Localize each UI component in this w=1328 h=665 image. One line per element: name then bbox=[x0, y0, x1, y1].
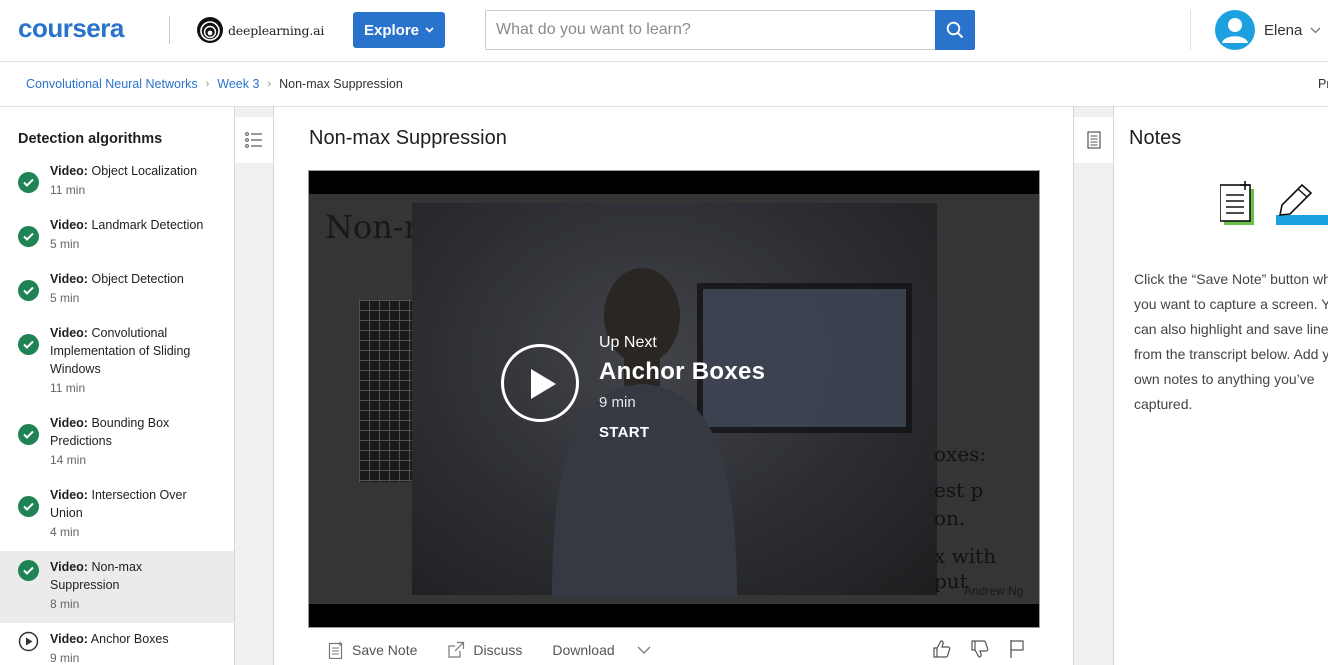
deeplearning-spiral-icon bbox=[197, 17, 223, 43]
lesson-duration: 9 min bbox=[50, 651, 80, 665]
lesson-item[interactable]: Video: Object Localization 11 min bbox=[0, 161, 234, 215]
user-menu[interactable]: Elena bbox=[1215, 10, 1321, 50]
lesson-item[interactable]: Video: Intersection Over Union 4 min bbox=[0, 485, 234, 551]
breadcrumb-bar: Convolutional Neural Networks › Week 3 ›… bbox=[0, 62, 1328, 107]
lesson-title: Object Detection bbox=[91, 272, 184, 286]
feedback-actions bbox=[932, 639, 1026, 659]
save-note-button[interactable]: Save Note bbox=[328, 641, 417, 659]
sidebar-toggle-button[interactable] bbox=[235, 117, 273, 163]
lesson-duration: 14 min bbox=[50, 453, 87, 467]
play-icon bbox=[531, 369, 556, 399]
sidebar-toggle-rail bbox=[235, 107, 274, 665]
flag-icon[interactable] bbox=[1008, 639, 1026, 659]
user-silhouette-icon bbox=[1222, 18, 1248, 43]
lesson-title: Landmark Detection bbox=[91, 218, 204, 232]
lesson-type: Video: bbox=[50, 416, 88, 430]
discuss-button[interactable]: Discuss bbox=[447, 641, 522, 659]
lesson-type: Video: bbox=[50, 272, 88, 286]
user-name: Elena bbox=[1264, 21, 1303, 39]
logo-divider bbox=[169, 16, 170, 44]
search-icon bbox=[946, 21, 964, 39]
search-button[interactable] bbox=[935, 10, 975, 50]
lesson-duration: 11 min bbox=[50, 381, 86, 395]
lesson-item[interactable]: Video: Anchor Boxes 9 min bbox=[0, 623, 234, 665]
breadcrumb: Convolutional Neural Networks › Week 3 ›… bbox=[26, 77, 403, 91]
thumbs-up-icon[interactable] bbox=[932, 639, 952, 659]
lesson-type: Video: bbox=[50, 560, 88, 574]
lesson-type: Video: bbox=[50, 164, 88, 178]
lesson-type: Video: bbox=[50, 488, 88, 502]
up-next-duration: 9 min bbox=[599, 394, 636, 411]
lesson-duration: 11 min bbox=[50, 183, 86, 197]
completed-check-icon bbox=[18, 496, 39, 517]
video-toolbar: Save Note Discuss Download bbox=[308, 635, 1040, 665]
start-button[interactable]: START bbox=[599, 424, 765, 441]
list-icon bbox=[245, 132, 262, 148]
completed-check-icon bbox=[18, 172, 39, 193]
chevron-down-icon bbox=[637, 646, 651, 654]
partner-name: deeplearning.ai bbox=[228, 22, 325, 38]
explore-label: Explore bbox=[363, 21, 420, 39]
chevron-down-icon bbox=[1310, 27, 1321, 33]
document-icon bbox=[1086, 131, 1101, 149]
completed-check-icon bbox=[18, 226, 39, 247]
save-note-label: Save Note bbox=[352, 642, 418, 658]
deeplearning-ai-logo[interactable]: deeplearning.ai bbox=[196, 15, 324, 45]
page-title: Non-max Suppression bbox=[309, 127, 507, 149]
completed-check-icon bbox=[18, 424, 39, 445]
lesson-duration: 8 min bbox=[50, 597, 80, 611]
up-next-title: Anchor Boxes bbox=[599, 358, 766, 385]
video-player[interactable]: Non-m oxes: est p on. x with put Andrew … bbox=[308, 170, 1040, 628]
notes-toggle-button[interactable] bbox=[1074, 117, 1113, 163]
avatar[interactable] bbox=[1215, 10, 1255, 50]
lesson-item[interactable]: Video: Object Detection 5 min bbox=[0, 269, 234, 323]
download-label: Download bbox=[552, 642, 615, 658]
breadcrumb-right-link[interactable]: Pr bbox=[1318, 77, 1328, 91]
breadcrumb-week[interactable]: Week 3 bbox=[217, 77, 259, 91]
notes-title: Notes bbox=[1129, 127, 1182, 149]
lesson-duration: 5 min bbox=[50, 237, 80, 251]
breadcrumb-current: Non-max Suppression bbox=[279, 77, 403, 91]
lesson-duration: 5 min bbox=[50, 291, 80, 305]
chevron-right-icon: › bbox=[267, 78, 272, 90]
explore-button[interactable]: Explore bbox=[353, 12, 445, 48]
up-next-panel: Up Next Anchor Boxes 9 min START bbox=[599, 334, 765, 441]
svg-text:coursera: coursera bbox=[18, 14, 125, 43]
lesson-type: Video: bbox=[50, 326, 88, 340]
search-input[interactable] bbox=[486, 11, 935, 49]
notes-panel: Notes Click the “Save Note” button when … bbox=[1114, 107, 1328, 665]
chevron-down-icon bbox=[425, 27, 434, 33]
header-divider bbox=[1190, 10, 1191, 50]
discuss-label: Discuss bbox=[473, 642, 523, 658]
breadcrumb-course[interactable]: Convolutional Neural Networks bbox=[26, 77, 198, 91]
notes-illustration bbox=[1220, 181, 1328, 225]
thumbs-down-icon[interactable] bbox=[970, 639, 990, 659]
lesson-duration: 4 min bbox=[50, 525, 80, 539]
lesson-item[interactable]: Video: Landmark Detection 5 min bbox=[0, 215, 234, 269]
lesson-type: Video: bbox=[50, 632, 88, 646]
completed-check-icon bbox=[18, 334, 39, 355]
external-link-icon bbox=[448, 641, 465, 658]
lesson-title: Object Localization bbox=[91, 164, 198, 178]
completed-check-icon bbox=[18, 280, 39, 301]
completed-check-icon bbox=[18, 560, 39, 581]
lesson-item[interactable]: Video: Convolutional Implementation of S… bbox=[0, 323, 234, 413]
notes-toggle-rail bbox=[1073, 107, 1114, 665]
up-next-label: Up Next bbox=[599, 334, 657, 351]
download-dropdown[interactable]: Download bbox=[552, 642, 651, 658]
notes-instructions: Click the “Save Note” button when you wa… bbox=[1134, 271, 1328, 412]
search-field[interactable] bbox=[485, 10, 935, 50]
lesson-type: Video: bbox=[50, 218, 88, 232]
coursera-logo[interactable]: coursera bbox=[18, 14, 146, 44]
top-header: coursera deeplearning.ai Explore El bbox=[0, 0, 1328, 62]
play-circle-icon bbox=[18, 631, 39, 652]
play-button[interactable] bbox=[501, 344, 579, 422]
lesson-item-active[interactable]: Video: Non-max Suppression 8 min bbox=[0, 551, 234, 623]
note-icon bbox=[328, 641, 343, 659]
lesson-title: Anchor Boxes bbox=[90, 632, 169, 646]
lesson-item[interactable]: Video: Bounding Box Predictions 14 min bbox=[0, 413, 234, 485]
chevron-right-icon: › bbox=[205, 78, 210, 90]
main-content: Non-max Suppression Non-m oxes: est p on… bbox=[274, 107, 1073, 665]
